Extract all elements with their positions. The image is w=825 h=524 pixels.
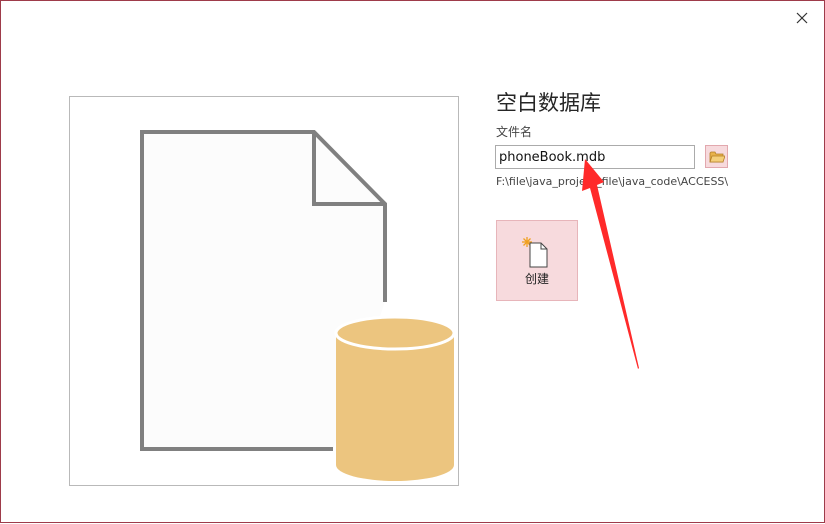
browse-button[interactable] xyxy=(705,145,728,168)
close-icon xyxy=(796,12,808,24)
close-button[interactable] xyxy=(791,7,813,29)
create-button-label: 创建 xyxy=(524,272,549,286)
filename-input[interactable] xyxy=(495,145,695,169)
folder-icon xyxy=(709,151,725,163)
filename-label: 文件名 xyxy=(496,125,533,139)
new-document-icon xyxy=(522,237,548,268)
database-preview xyxy=(69,96,459,486)
new-database-dialog: 空白数据库 文件名 F:\file\java_project_file\java… xyxy=(0,0,825,523)
create-button[interactable]: 创建 xyxy=(496,220,578,301)
file-path: F:\file\java_project_file\java_code\ACCE… xyxy=(496,175,729,188)
dialog-title: 空白数据库 xyxy=(496,91,601,115)
blank-database-icon xyxy=(140,130,456,481)
